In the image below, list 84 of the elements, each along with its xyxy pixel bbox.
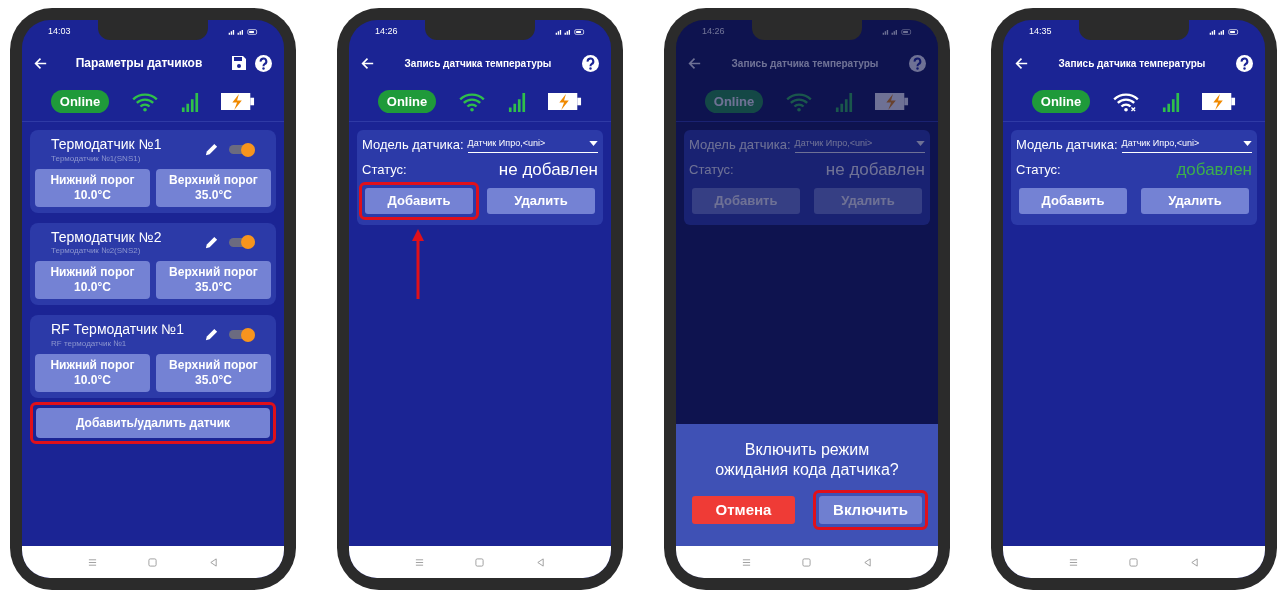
sensor-name: Термодатчик №2 <box>51 228 163 246</box>
battery-icon <box>875 92 910 111</box>
help-icon[interactable] <box>255 54 272 72</box>
sensor-subtitle: Термодатчик №2(SNS2) <box>51 246 142 256</box>
status-label: Статус: <box>362 160 407 179</box>
status-value: не добавлен <box>498 158 598 181</box>
status-icons <box>555 28 585 36</box>
add-remove-sensor-button[interactable]: Добавить/удалить датчик <box>36 407 270 438</box>
model-label: Модель датчика: <box>1016 136 1118 154</box>
back-icon[interactable] <box>863 557 873 567</box>
cancel-button[interactable]: Отмена <box>692 495 795 524</box>
back-icon[interactable] <box>536 557 546 567</box>
dropdown-caret-icon <box>916 140 925 146</box>
signal-icon <box>1162 91 1181 112</box>
home-icon[interactable] <box>1129 557 1139 567</box>
sensor-subtitle: RF термодатчик №1 <box>51 338 128 349</box>
high-threshold-button[interactable]: Верхний порог 35.0°C <box>156 168 271 207</box>
dropdown-caret-icon <box>589 140 598 146</box>
back-icon[interactable] <box>1190 557 1200 567</box>
add-button[interactable]: Добавить <box>1019 188 1127 214</box>
status-value: добавлен <box>1176 158 1252 181</box>
enable-button[interactable]: Включить <box>819 495 922 524</box>
screen-title: Запись датчика температуры <box>403 56 553 71</box>
high-threshold-button[interactable]: Верхний порог 35.0°C <box>156 261 271 299</box>
signal-icon <box>508 91 527 112</box>
screen-title: Запись датчика температуры <box>1057 56 1207 71</box>
screen-title: Запись датчика температуры <box>730 56 880 71</box>
model-dropdown[interactable]: Датчик Ипро,<uni> <box>467 136 598 153</box>
low-threshold-button[interactable]: Нижний порог 10.0°C <box>35 353 150 392</box>
battery-icon <box>1202 92 1237 111</box>
signal-icon <box>835 91 854 112</box>
sensor-name: RF Термодатчик №1 <box>51 321 185 339</box>
screen-title: Параметры датчиков <box>74 55 204 72</box>
status-icons <box>228 28 258 36</box>
dropdown-caret-icon <box>1243 140 1252 146</box>
delete-button[interactable]: Удалить <box>487 188 595 214</box>
sensor-subtitle: Термодатчик №1(SNS1) <box>51 153 142 164</box>
status-time: 14:26 <box>375 25 398 39</box>
low-threshold-button[interactable]: Нижний порог 10.0°C <box>35 261 150 299</box>
low-threshold-button[interactable]: Нижний порог 10.0°C <box>35 168 150 207</box>
back-arrow-icon[interactable] <box>361 56 374 70</box>
menu-icon[interactable] <box>1068 557 1078 567</box>
menu-icon[interactable] <box>87 557 97 567</box>
back-arrow-icon[interactable] <box>1015 56 1028 70</box>
pencil-icon[interactable] <box>204 327 219 343</box>
status-label: Статус: <box>689 160 734 179</box>
toggle-switch[interactable] <box>229 235 255 250</box>
toggle-switch[interactable] <box>229 327 255 342</box>
delete-button[interactable]: Удалить <box>1141 188 1249 214</box>
model-dropdown[interactable]: Датчик Ипро,<uni> <box>1121 136 1252 153</box>
online-badge: Online <box>50 89 110 114</box>
help-icon[interactable] <box>582 54 599 72</box>
online-badge: Online <box>704 89 764 114</box>
home-icon[interactable] <box>475 557 485 567</box>
battery-icon <box>548 92 583 111</box>
model-label: Модель датчика: <box>689 136 791 154</box>
help-icon[interactable] <box>1236 54 1253 72</box>
status-time: 14:35 <box>1029 25 1052 39</box>
dialog-message: Включить режим ожидания кода датчика? <box>714 439 900 480</box>
save-icon[interactable] <box>231 55 247 71</box>
menu-icon[interactable] <box>741 557 751 567</box>
online-badge: Online <box>377 89 437 114</box>
home-icon[interactable] <box>802 557 812 567</box>
status-value: не добавлен <box>825 158 925 181</box>
home-icon[interactable] <box>148 557 158 567</box>
toggle-switch[interactable] <box>229 142 255 157</box>
online-badge: Online <box>1031 89 1091 114</box>
sensor-name: Термодатчик №1 <box>51 136 163 154</box>
battery-icon <box>221 92 256 111</box>
status-time: 14:26 <box>702 25 725 39</box>
signal-icon <box>181 91 200 112</box>
menu-icon[interactable] <box>414 557 424 567</box>
pencil-icon[interactable] <box>204 234 219 250</box>
high-threshold-button[interactable]: Верхний порог 35.0°C <box>156 353 271 392</box>
status-icons <box>882 28 912 36</box>
status-icons <box>1209 28 1239 36</box>
status-time: 14:03 <box>48 25 71 39</box>
model-label: Модель датчика: <box>362 136 464 154</box>
back-arrow-icon[interactable] <box>34 56 47 70</box>
back-icon[interactable] <box>209 557 219 567</box>
model-dropdown[interactable]: Датчик Ипро,<uni> <box>794 136 925 153</box>
status-label: Статус: <box>1016 160 1061 179</box>
pencil-icon[interactable] <box>204 142 219 158</box>
add-button[interactable]: Добавить <box>365 188 473 214</box>
